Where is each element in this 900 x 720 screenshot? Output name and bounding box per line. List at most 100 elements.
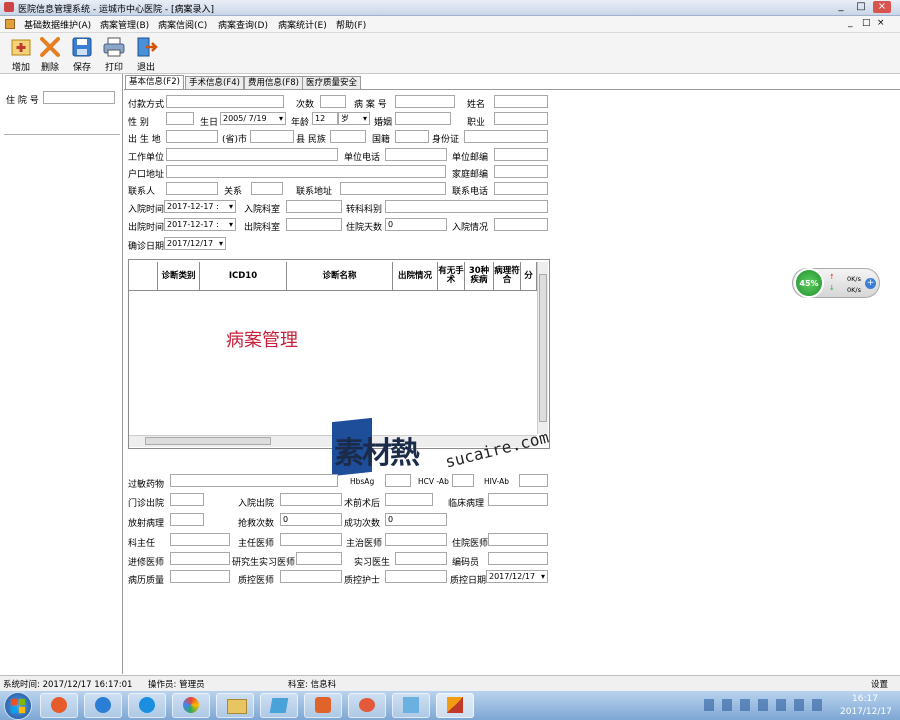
birth-date-picker[interactable]: 2005/ 7/19 <box>220 112 286 125</box>
grid-header-diag-type[interactable]: 诊断类别 <box>158 262 200 291</box>
network-speed-widget[interactable]: 45% ↑ ↓ 0K/s 0K/s + <box>792 268 880 298</box>
birthplace-province-input[interactable] <box>166 130 218 143</box>
confirm-date-picker[interactable]: 2017/12/17 <box>164 237 226 250</box>
name-input[interactable] <box>494 95 548 108</box>
grid-vertical-scrollbar[interactable] <box>537 262 548 434</box>
qc-doctor-input[interactable] <box>280 570 342 583</box>
ethnic-input[interactable] <box>330 130 366 143</box>
radiology-input[interactable] <box>170 513 204 526</box>
exit-button[interactable]: 退出 <box>132 36 160 73</box>
taskbar-app-7[interactable] <box>304 693 342 718</box>
nationality-input[interactable] <box>395 130 429 143</box>
age-input[interactable]: 12 <box>312 112 338 125</box>
print-button[interactable]: 打印 <box>100 36 128 73</box>
workplace-input[interactable] <box>166 148 338 161</box>
taskbar-app-1[interactable] <box>40 693 78 718</box>
hbsag-input[interactable] <box>385 474 411 487</box>
menu-case-query[interactable]: 病案查询(D) <box>218 18 268 31</box>
hiv-input[interactable] <box>519 474 548 487</box>
grid-header-icd10[interactable]: ICD10 <box>200 262 287 291</box>
expand-icon[interactable]: + <box>865 278 876 289</box>
taskbar-app-8[interactable] <box>348 693 386 718</box>
inner-minimize-button[interactable]: _ <box>848 18 853 28</box>
age-unit-select[interactable]: 岁 <box>338 112 370 125</box>
discharge-time-picker[interactable]: 2017-12-17 : <box>164 218 236 231</box>
maximize-button[interactable]: □ <box>852 1 870 13</box>
settings-link[interactable]: 设置 <box>871 678 888 690</box>
admit-time-picker[interactable]: 2017-12-17 : <box>164 200 236 213</box>
taskbar-app-9[interactable] <box>392 693 430 718</box>
delete-button[interactable]: 删除 <box>36 36 64 73</box>
birthplace-city-input[interactable] <box>250 130 294 143</box>
advanced-doctor-input[interactable] <box>170 552 230 565</box>
allergy-input[interactable] <box>170 474 338 487</box>
work-phone-input[interactable] <box>385 148 447 161</box>
grid-header-pathology[interactable]: 病理符合 <box>494 262 521 291</box>
clock-time[interactable]: 16:17 <box>852 694 878 704</box>
tray-icons-icon[interactable] <box>704 699 824 711</box>
grid-vscroll-thumb[interactable] <box>539 274 547 422</box>
work-zip-input[interactable] <box>494 148 548 161</box>
case-no-input[interactable] <box>395 95 455 108</box>
grid-header-30-diseases[interactable]: 30种疾病 <box>465 262 494 291</box>
qc-date-picker[interactable]: 2017/12/17 <box>486 570 548 583</box>
relation-input[interactable] <box>251 182 283 195</box>
taskbar-app-4[interactable] <box>172 693 210 718</box>
grid-header-surgery[interactable]: 有无手术 <box>438 262 465 291</box>
contact-input[interactable] <box>166 182 218 195</box>
discharge-dept-input[interactable] <box>286 218 342 231</box>
minimize-button[interactable]: _ <box>832 1 850 13</box>
inner-restore-button[interactable]: □ <box>862 18 871 28</box>
qc-nurse-input[interactable] <box>385 570 447 583</box>
rescue-count-input[interactable]: 0 <box>280 513 342 526</box>
resident-doctor-input[interactable] <box>488 533 548 546</box>
grid-header-diag-name[interactable]: 诊断名称 <box>287 262 393 291</box>
admission-no-input[interactable] <box>43 91 115 104</box>
occupation-input[interactable] <box>494 112 548 125</box>
op-discharge-input[interactable] <box>170 493 204 506</box>
tab-quality-safety[interactable]: 医疗质量安全 <box>302 76 362 89</box>
pre-post-op-input[interactable] <box>385 493 433 506</box>
taskbar-app-3[interactable] <box>128 693 166 718</box>
save-button[interactable]: 保存 <box>68 36 96 73</box>
stay-days-input[interactable]: 0 <box>385 218 447 231</box>
tab-surgery-info[interactable]: 手术信息(F4) <box>185 76 244 89</box>
menu-case-review[interactable]: 病案信阅(C) <box>158 18 207 31</box>
grid-header-discharge-status[interactable]: 出院情况 <box>393 262 438 291</box>
tab-fee-info[interactable]: 费用信息(F8) <box>244 76 303 89</box>
grid-header-score[interactable]: 分 <box>521 262 537 291</box>
payment-input[interactable] <box>166 95 284 108</box>
taskbar-app-2[interactable] <box>84 693 122 718</box>
contact-address-input[interactable] <box>340 182 446 195</box>
idcard-input[interactable] <box>464 130 548 143</box>
clock-date[interactable]: 2017/12/17 <box>840 707 892 717</box>
success-count-input[interactable]: 0 <box>385 513 447 526</box>
transfer-dept-input[interactable] <box>385 200 548 213</box>
taskbar-app-5[interactable] <box>216 693 254 718</box>
inner-close-button[interactable]: × <box>877 18 885 28</box>
taskbar-app-10[interactable] <box>436 693 474 718</box>
coder-input[interactable] <box>488 552 548 565</box>
tab-basic-info[interactable]: 基本信息(F2) <box>125 75 184 89</box>
admit-dept-input[interactable] <box>286 200 342 213</box>
chief-doctor-input[interactable] <box>280 533 342 546</box>
start-button[interactable] <box>4 692 32 720</box>
taskbar-app-6[interactable] <box>260 693 298 718</box>
record-quality-input[interactable] <box>170 570 230 583</box>
household-input[interactable] <box>166 165 446 178</box>
menu-case-statistics[interactable]: 病案统计(E) <box>278 18 327 31</box>
grid-hscroll-thumb[interactable] <box>145 437 271 445</box>
director-input[interactable] <box>170 533 230 546</box>
gender-input[interactable] <box>166 112 194 125</box>
times-input[interactable] <box>320 95 346 108</box>
menu-basic-data[interactable]: 基础数据维护(A) <box>24 18 91 31</box>
graduate-intern-input[interactable] <box>296 552 342 565</box>
menu-case-management[interactable]: 病案管理(B) <box>100 18 149 31</box>
in-discharge-input[interactable] <box>280 493 342 506</box>
menu-help[interactable]: 帮助(F) <box>336 18 366 31</box>
contact-phone-input[interactable] <box>494 182 548 195</box>
marital-input[interactable] <box>395 112 451 125</box>
clinic-pathology-input[interactable] <box>488 493 548 506</box>
intern-doctor-input[interactable] <box>395 552 447 565</box>
add-button[interactable]: 增加 <box>7 36 35 73</box>
